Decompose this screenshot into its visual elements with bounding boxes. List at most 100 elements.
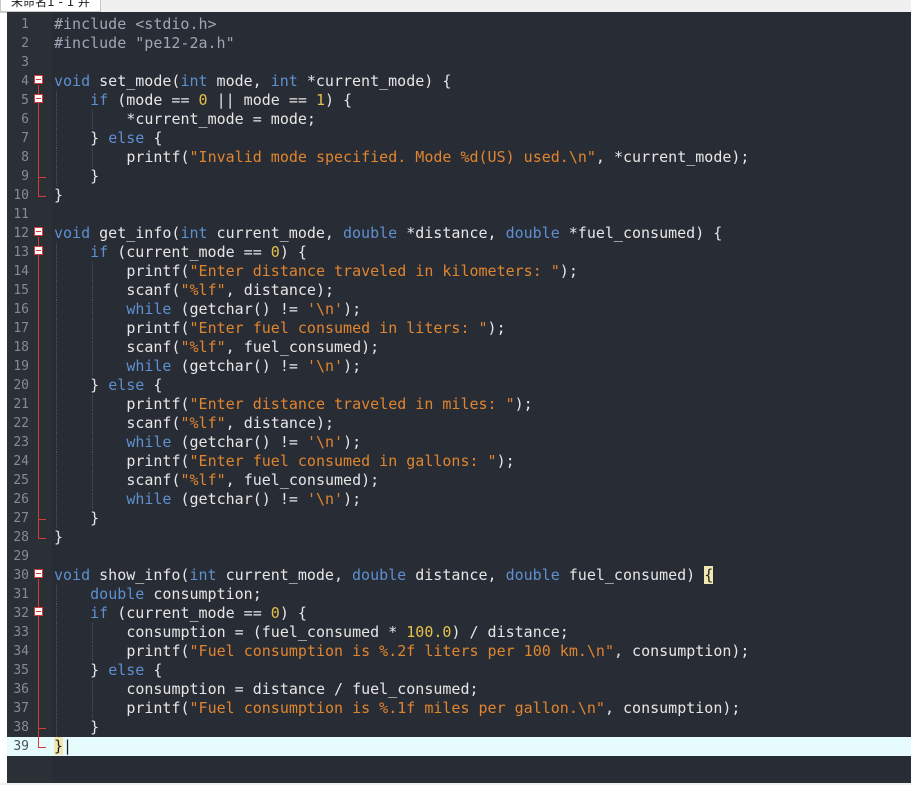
indent-guide: [56, 91, 57, 110]
code-text: void set_mode(int mode, int *current_mod…: [54, 72, 452, 90]
indent-guide: [56, 604, 57, 623]
indent-guide: [92, 680, 94, 699]
indent-guide: [92, 623, 94, 642]
code-line[interactable]: 13 if (current_mode == 0) {: [7, 243, 911, 262]
fold-collapse-icon[interactable]: [34, 94, 43, 103]
line-number: 1: [21, 17, 29, 32]
indent-guide: [56, 433, 57, 452]
indent-guide: [56, 262, 57, 281]
line-number: 29: [13, 549, 29, 564]
indent-guide: [56, 585, 57, 604]
code-line[interactable]: 35} else {: [7, 661, 911, 680]
line-number: 20: [13, 378, 29, 393]
code-editor[interactable]: 1 #include <stdio.h> 2 #include "pe12-2a.h"…: [7, 12, 911, 783]
code-line[interactable]: 36 consumption = distance / fuel_consumed…: [7, 680, 911, 699]
indent-guide: [92, 433, 94, 452]
code-line[interactable]: 9}: [7, 167, 911, 186]
code-text: printf("Enter fuel consumed in liters: "…: [126, 319, 506, 337]
code-text: if (mode == 0 || mode == 1) {: [90, 91, 353, 109]
code-text: if (current_mode == 0) {: [90, 243, 307, 261]
code-line[interactable]: 19 while (getchar() != '\n');: [7, 357, 911, 376]
indent-guide: [56, 167, 57, 186]
indent-guide: [56, 300, 57, 319]
code-text: }: [54, 528, 64, 546]
code-line[interactable]: 14 printf("Enter distance traveled in kil…: [7, 262, 911, 281]
code-text: printf("Invalid mode specified. Mode %d(…: [126, 148, 750, 166]
code-line[interactable]: 18 scanf("%lf", fuel_consumed);: [7, 338, 911, 357]
code-line[interactable]: 34 printf("Fuel consumption is %.2f liter…: [7, 642, 911, 661]
line-number: 28: [13, 530, 29, 545]
line-number: 26: [13, 492, 29, 507]
indent-guide: [92, 471, 94, 490]
code-text: } else {: [90, 129, 163, 147]
code-line[interactable]: 22 scanf("%lf", distance);: [7, 414, 911, 433]
line-number: 22: [13, 416, 29, 431]
code-line[interactable]: 16 while (getchar() != '\n');: [7, 300, 911, 319]
indent-guide: [92, 300, 94, 319]
file-tab[interactable]: 未命名1 - 1 并: [0, 0, 102, 12]
fold-collapse-icon[interactable]: [34, 227, 43, 236]
indent-guide: [92, 110, 94, 129]
indent-guide: [92, 319, 94, 338]
code-line[interactable]: 37 printf("Fuel consumption is %.1f miles…: [7, 699, 911, 718]
code-text: }: [90, 718, 100, 736]
code-line[interactable]: 4 void set_mode(int mode, int *current_mo…: [7, 72, 911, 91]
indent-guide: [56, 395, 57, 414]
code-line[interactable]: 33 consumption = (fuel_consumed * 100.0) …: [7, 623, 911, 642]
code-line[interactable]: 27}: [7, 509, 911, 528]
indent-guide: [92, 395, 94, 414]
indent-guide: [56, 338, 57, 357]
code-line[interactable]: 15 scanf("%lf", distance);: [7, 281, 911, 300]
fold-collapse-icon[interactable]: [34, 607, 43, 616]
code-line[interactable]: 31 double consumption;: [7, 585, 911, 604]
code-line[interactable]: 20} else {: [7, 376, 911, 395]
code-line[interactable]: 29: [7, 547, 911, 566]
indent-guide: [56, 699, 57, 718]
code-line[interactable]: 10}: [7, 186, 911, 205]
code-line[interactable]: 7} else {: [7, 129, 911, 148]
code-line[interactable]: 5 if (mode == 0 || mode == 1) {: [7, 91, 911, 110]
indent-guide: [56, 490, 57, 509]
code-line[interactable]: 28}: [7, 528, 911, 547]
line-number: 35: [13, 663, 29, 678]
code-line[interactable]: 12 void get_info(int current_mode, double…: [7, 224, 911, 243]
code-line[interactable]: 32 if (current_mode == 0) {: [7, 604, 911, 623]
code-line[interactable]: 39}|: [7, 737, 911, 756]
code-text: scanf("%lf", fuel_consumed);: [126, 338, 380, 356]
line-number: 37: [13, 701, 29, 716]
code-line[interactable]: 3: [7, 53, 911, 72]
code-line[interactable]: 8 printf("Invalid mode specified. Mode %d…: [7, 148, 911, 167]
code-line[interactable]: 21 printf("Enter distance traveled in mil…: [7, 395, 911, 414]
indent-guide: [92, 338, 94, 357]
code-line[interactable]: 2 #include "pe12-2a.h": [7, 34, 911, 53]
code-line[interactable]: 25 scanf("%lf", fuel_consumed);: [7, 471, 911, 490]
fold-collapse-icon[interactable]: [34, 569, 43, 578]
code-line[interactable]: 1 #include <stdio.h>: [7, 15, 911, 34]
code-text: printf("Enter distance traveled in miles…: [126, 395, 533, 413]
indent-guide: [92, 490, 94, 509]
code-line[interactable]: 38}: [7, 718, 911, 737]
line-number: 39: [13, 739, 29, 754]
fold-end-marker: [38, 186, 46, 197]
indent-guide: [92, 452, 94, 471]
fold-collapse-icon[interactable]: [34, 75, 43, 84]
code-line[interactable]: 24 printf("Enter fuel consumed in gallons…: [7, 452, 911, 471]
indent-guide: [56, 129, 57, 148]
code-line[interactable]: 23 while (getchar() != '\n');: [7, 433, 911, 452]
code-line[interactable]: 6 *current_mode = mode;: [7, 110, 911, 129]
line-number: 33: [13, 625, 29, 640]
line-number: 4: [21, 74, 29, 89]
code-line[interactable]: 30 void show_info(int current_mode, doubl…: [7, 566, 911, 585]
indent-guide: [56, 110, 57, 129]
line-number: 13: [13, 245, 29, 260]
code-line[interactable]: 17 printf("Enter fuel consumed in liters:…: [7, 319, 911, 338]
code-line[interactable]: 26 while (getchar() != '\n');: [7, 490, 911, 509]
code-line[interactable]: 11: [7, 205, 911, 224]
line-number: 30: [13, 568, 29, 583]
fold-end-marker: [38, 528, 46, 539]
indent-guide: [56, 357, 57, 376]
fold-collapse-icon[interactable]: [34, 246, 43, 255]
code-text: printf("Enter fuel consumed in gallons: …: [126, 452, 515, 470]
code-text: #include <stdio.h>: [54, 15, 217, 33]
code-text: }: [90, 167, 100, 185]
